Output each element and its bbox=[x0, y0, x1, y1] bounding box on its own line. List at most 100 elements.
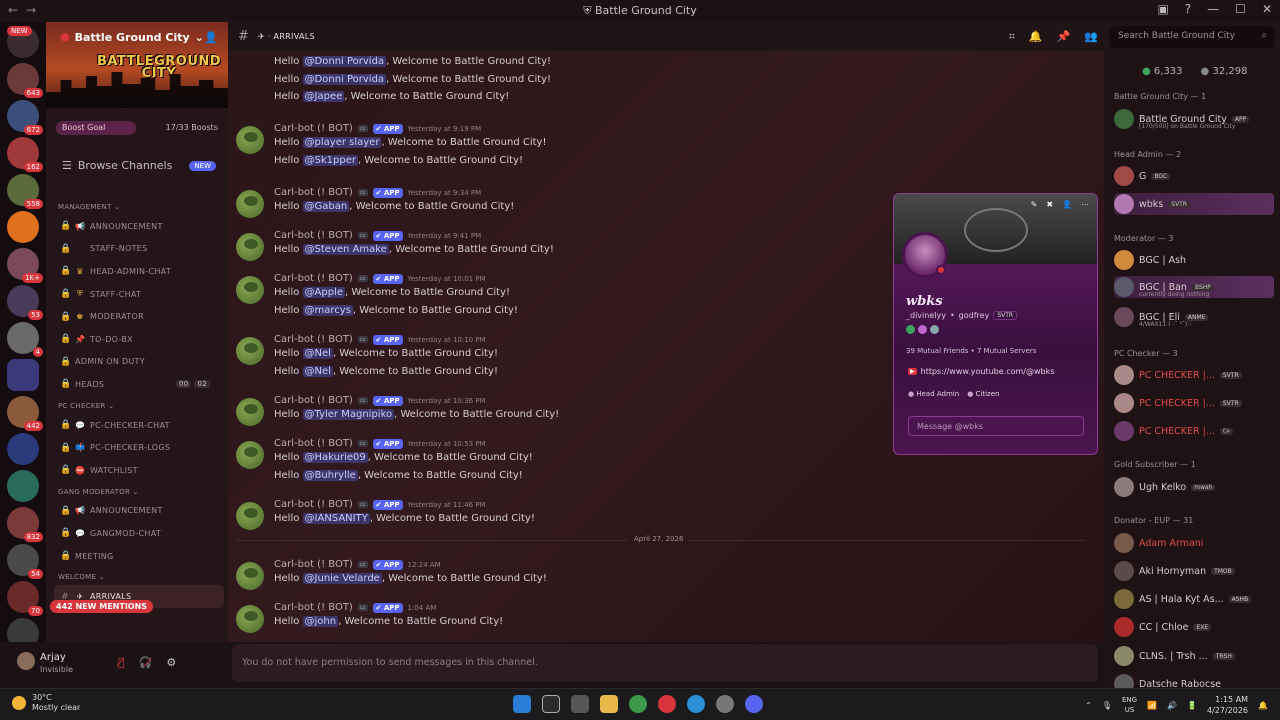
server-icon[interactable]: 672 bbox=[7, 100, 43, 135]
user-mention[interactable]: @Hakurie09 bbox=[302, 452, 368, 463]
avatar[interactable] bbox=[236, 605, 264, 633]
user-mention[interactable]: @Sk1pper bbox=[302, 154, 358, 166]
server-icon[interactable] bbox=[7, 470, 39, 502]
user-mention[interactable]: @Nel bbox=[302, 365, 333, 377]
timestamp[interactable]: Yesterday at 9:41 PM bbox=[408, 232, 482, 240]
member-row[interactable]: Aki Hornyman TMOB bbox=[1114, 560, 1274, 582]
member-row[interactable]: AS | Hala Kyt As... ASHB bbox=[1114, 588, 1274, 610]
deafen-icon[interactable]: 🎧̸ bbox=[139, 656, 153, 669]
server-icon[interactable] bbox=[7, 433, 39, 465]
timestamp[interactable]: Yesterday at 9:34 PM bbox=[408, 189, 482, 197]
user-mention[interactable]: @Donni Porvida bbox=[302, 56, 387, 67]
channel-gangmod-chat[interactable]: 🔒 💬 GANGMOD-CHAT bbox=[54, 522, 224, 545]
user-mention[interactable]: @Steven Amake bbox=[302, 244, 389, 255]
timestamp[interactable]: 1:04 AM bbox=[408, 604, 437, 612]
category-welcome[interactable]: WELCOME ⌄ bbox=[54, 573, 224, 585]
browse-channels[interactable]: ☰ Browse Channels NEW bbox=[62, 159, 216, 172]
avatar[interactable] bbox=[236, 441, 264, 469]
task-view-icon[interactable] bbox=[571, 695, 589, 713]
server-icon[interactable]: NEW bbox=[7, 26, 39, 58]
user-mention[interactable]: @Nel bbox=[302, 348, 333, 359]
author-name[interactable]: Carl-bot (! BOT) bbox=[274, 187, 353, 198]
user-mention[interactable]: @Gaban bbox=[302, 201, 350, 212]
category-pc-checker[interactable]: PC CHECKER ⌄ bbox=[54, 402, 224, 414]
minimize-button[interactable]: — bbox=[1207, 2, 1219, 16]
server-icon[interactable]: 1K+ bbox=[7, 248, 43, 283]
server-icon[interactable]: 54 bbox=[7, 544, 43, 579]
channel-staff-notes[interactable]: 🔒 · STAFF-NOTES bbox=[54, 238, 224, 261]
channel-moderator[interactable]: 🔒 ♚ MODERATOR bbox=[54, 305, 224, 328]
avatar[interactable] bbox=[236, 398, 264, 426]
user-mention[interactable]: @Junie Velarde bbox=[302, 573, 382, 584]
member-row[interactable]: PC CHECKER |... SVTR bbox=[1114, 364, 1274, 386]
timestamp[interactable]: Yesterday at 10:10 PM bbox=[408, 336, 486, 344]
notifications-icon[interactable]: 🔔 bbox=[1258, 701, 1268, 710]
server-icon[interactable]: 4 bbox=[7, 322, 43, 357]
help-icon[interactable]: ? bbox=[1185, 2, 1191, 16]
author-name[interactable]: Carl-bot (! BOT) bbox=[274, 334, 353, 345]
author-name[interactable]: Carl-bot (! BOT) bbox=[274, 123, 353, 134]
server-name[interactable]: ⬢ Battle Ground City ⌄ bbox=[60, 31, 204, 44]
username[interactable]: Arjay bbox=[40, 652, 66, 663]
timestamp[interactable]: Yesterday at 10:36 PM bbox=[408, 397, 486, 405]
user-mention[interactable]: @player slayer bbox=[302, 137, 382, 148]
opera-icon[interactable] bbox=[658, 695, 676, 713]
close-button[interactable]: ✕ bbox=[1262, 2, 1272, 16]
category-gang-moderator[interactable]: GANG MODERATOR ⌄ bbox=[54, 488, 224, 500]
volume-icon[interactable]: 🔊 bbox=[1167, 701, 1177, 710]
user-mention[interactable]: @IANSANITY bbox=[302, 513, 370, 524]
author-name[interactable]: Carl-bot (! BOT) bbox=[274, 273, 353, 284]
timestamp[interactable]: Yesterday at 10:01 PM bbox=[408, 275, 486, 283]
channel-meeting[interactable]: 🔒 MEETING bbox=[54, 545, 224, 568]
server-icon[interactable]: 442 bbox=[7, 396, 43, 431]
close-icon[interactable]: ✖ bbox=[1046, 200, 1053, 209]
weather-widget[interactable]: 30°C Mostly clear bbox=[12, 693, 80, 713]
channel-pc-checker-logs[interactable]: 🔒 📫 PC-CHECKER-LOGS bbox=[54, 436, 224, 459]
channel-pc-checker-chat[interactable]: 🔒 💬 PC-CHECKER-CHAT bbox=[54, 414, 224, 437]
invite-people-icon[interactable]: 👤 bbox=[204, 31, 218, 44]
folder-icon[interactable] bbox=[7, 359, 39, 391]
channel-admin-on-duty[interactable]: 🔒 ADMIN ON DUTY bbox=[54, 351, 224, 374]
channel-head-admin-chat[interactable]: 🔒 ♛ HEAD-ADMIN-CHAT bbox=[54, 260, 224, 283]
new-mentions-pill[interactable]: 442 NEW MENTIONS bbox=[50, 600, 154, 613]
mutual-info[interactable]: 39 Mutual Friends • 7 Mutual Servers bbox=[906, 347, 1036, 355]
timestamp[interactable]: Yesterday at 10:53 PM bbox=[408, 440, 486, 448]
avatar[interactable] bbox=[236, 502, 264, 530]
channel-gang-announcement[interactable]: 🔒 📢 ANNOUNCEMENT bbox=[54, 500, 224, 523]
inbox-icon[interactable]: ▣ bbox=[1157, 2, 1168, 16]
member-row[interactable]: BGC | Ban BSHP currently doing nothing bbox=[1114, 276, 1274, 298]
members-icon[interactable]: 👥 bbox=[1084, 30, 1098, 44]
battery-icon[interactable]: 🔋 bbox=[1187, 701, 1197, 710]
channel-to-do-bx[interactable]: 🔒 📌 TO-DO-BX bbox=[54, 328, 224, 351]
timestamp[interactable]: Yesterday at 11:46 PM bbox=[408, 501, 486, 509]
author-name[interactable]: Carl-bot (! BOT) bbox=[274, 230, 353, 241]
member-row[interactable]: Datsche Rabocse bbox=[1114, 673, 1274, 688]
language-indicator[interactable]: ENG US bbox=[1122, 695, 1137, 715]
avatar[interactable] bbox=[236, 337, 264, 365]
member-row[interactable]: Battle Ground City APP [170/500] on Battle… bbox=[1114, 108, 1274, 130]
member-row[interactable]: wbks SVTR bbox=[1114, 193, 1274, 215]
server-icon[interactable]: 162 bbox=[7, 137, 43, 172]
member-row[interactable]: PC CHECKER |... SVTR bbox=[1114, 392, 1274, 414]
edge-icon[interactable] bbox=[687, 695, 705, 713]
member-row[interactable]: CC | Chloe EXE bbox=[1114, 616, 1274, 638]
file-explorer-icon[interactable] bbox=[600, 695, 618, 713]
chrome-icon[interactable] bbox=[629, 695, 647, 713]
gear-icon[interactable]: ⚙ bbox=[166, 656, 176, 669]
author-name[interactable]: Carl-bot (! BOT) bbox=[274, 602, 353, 613]
user-mention[interactable]: @marcys bbox=[302, 304, 353, 316]
member-row[interactable]: Adam Armani bbox=[1114, 532, 1274, 554]
edit-icon[interactable]: ✎ bbox=[1031, 200, 1038, 209]
channel-staff-chat[interactable]: 🔒 ⛨ STAFF-CHAT bbox=[54, 283, 224, 306]
profile-link[interactable]: ▶ https://www.youtube.com/@wbks bbox=[908, 367, 1054, 376]
server-icon[interactable]: 832 bbox=[7, 507, 43, 542]
channel-heads[interactable]: 🔒 HEADS 00 02 bbox=[54, 373, 224, 396]
mute-mic-icon[interactable]: 🎙̸ bbox=[118, 656, 125, 669]
member-row[interactable]: G BGC bbox=[1114, 165, 1274, 187]
discord-icon[interactable] bbox=[745, 695, 763, 713]
user-mention[interactable]: @Tyler Magnipiko bbox=[302, 409, 395, 420]
timestamp[interactable]: 12:24 AM bbox=[408, 561, 441, 569]
start-icon[interactable] bbox=[513, 695, 531, 713]
mic-icon[interactable]: 🎙 bbox=[1102, 701, 1112, 710]
avatar[interactable] bbox=[236, 562, 264, 590]
